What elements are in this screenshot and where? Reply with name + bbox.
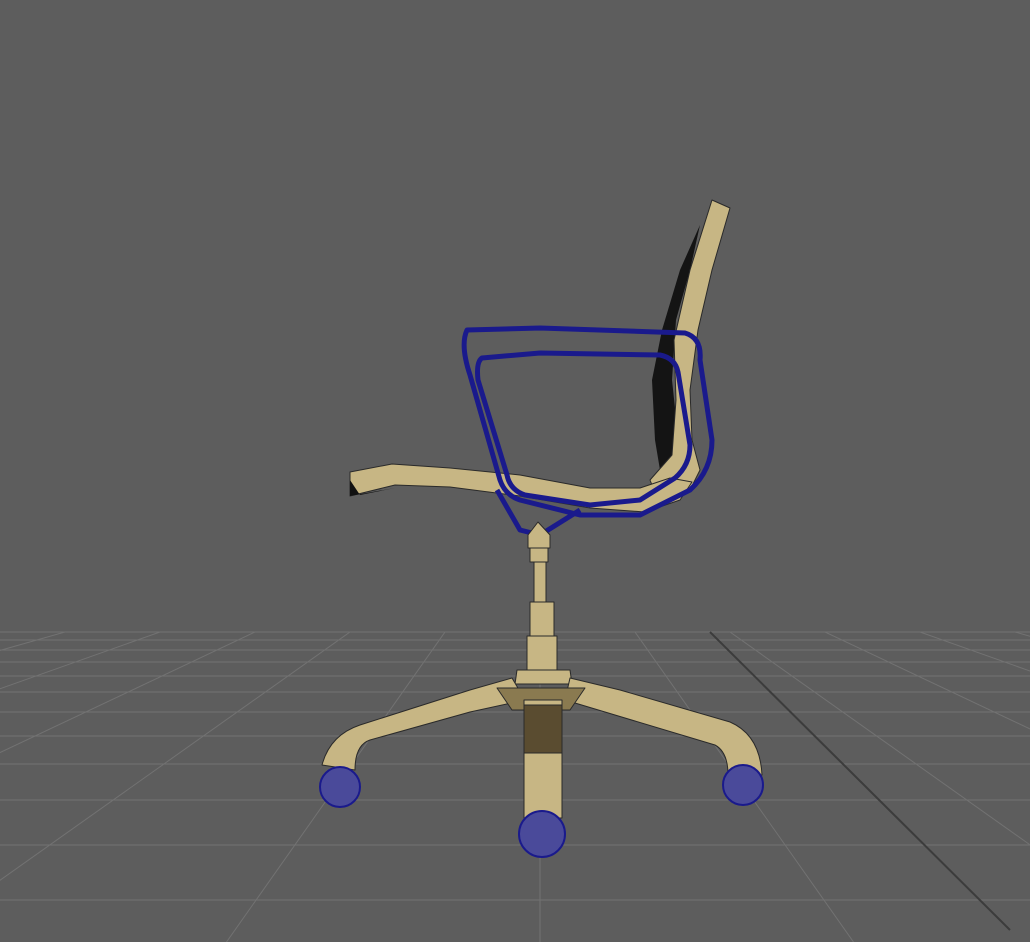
grid-line-depth xyxy=(1014,631,1030,637)
column-upper xyxy=(529,547,549,563)
grid-line-depth xyxy=(0,631,256,754)
viewport-canvas[interactable] xyxy=(0,0,1030,942)
grid-line-depth xyxy=(824,631,1030,730)
grid-line-depth xyxy=(0,631,161,690)
base-hub-top xyxy=(514,669,573,685)
column-lower xyxy=(526,635,558,673)
caster-right xyxy=(722,764,764,806)
3d-viewport[interactable] xyxy=(0,0,1030,942)
caster-front xyxy=(518,810,566,858)
seat xyxy=(349,463,693,513)
caster-left xyxy=(319,766,361,808)
column-sleeve xyxy=(529,601,555,639)
leg-right xyxy=(564,677,763,776)
grid-line-depth xyxy=(729,631,1030,846)
grid-line-depth xyxy=(0,631,351,881)
chair-model[interactable] xyxy=(319,199,764,858)
leg-front-shadow xyxy=(523,704,563,754)
column-cap xyxy=(527,521,551,549)
column-stem xyxy=(533,561,547,605)
grid-line-depth xyxy=(0,631,66,651)
ground-grid xyxy=(0,631,1030,942)
